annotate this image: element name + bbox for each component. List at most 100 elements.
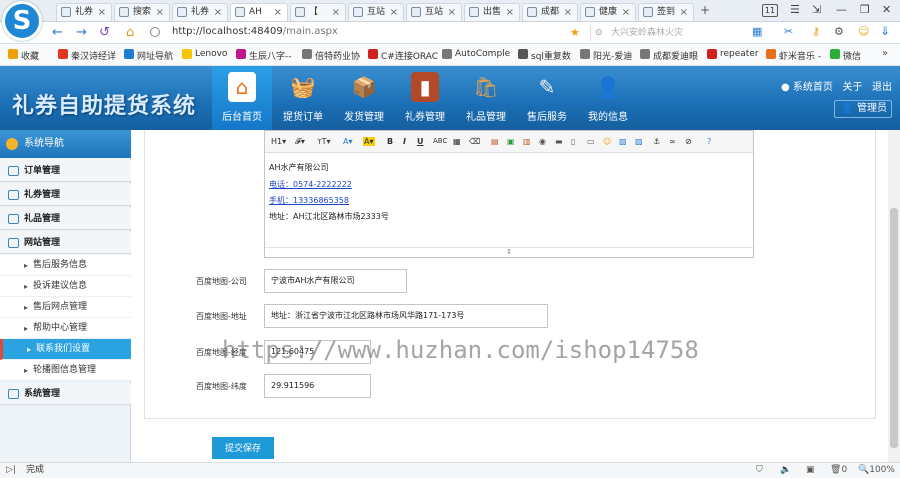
admin-button[interactable]: 👤 管理员	[834, 100, 892, 118]
undo-icon[interactable]: ↺	[99, 25, 110, 40]
resize-handle-icon[interactable]: ⇕	[265, 247, 753, 257]
key-icon[interactable]: ⚷	[812, 25, 820, 38]
bookmark-favorites[interactable]: 收藏	[8, 49, 39, 62]
minimize-icon[interactable]: —	[836, 3, 847, 16]
shield-icon[interactable]: ⛉	[756, 463, 763, 478]
browser-tab[interactable]: 礼券 ×	[56, 3, 112, 21]
close-icon[interactable]: ×	[390, 4, 398, 21]
browser-tab[interactable]: 健康 ×	[580, 3, 636, 21]
sidebar-item-aftersales[interactable]: 售后服务信息	[0, 255, 131, 276]
map-icon[interactable]: ▨	[635, 137, 643, 146]
close-icon[interactable]: ×	[332, 4, 340, 21]
bookmark[interactable]: 阳光-爱迪	[580, 49, 632, 62]
vertical-scrollbar[interactable]	[888, 130, 900, 462]
forward-icon[interactable]: →	[76, 25, 87, 40]
browser-tab[interactable]: 【×	[290, 3, 346, 21]
sidebar-item-complaints[interactable]: 投诉建议信息	[0, 276, 131, 297]
font-family-icon[interactable]: 𝓕▾	[295, 137, 305, 147]
picture-icon[interactable]: ▧	[619, 137, 627, 146]
nav-orders[interactable]: 🧺 提货订单	[273, 66, 333, 130]
close-window-icon[interactable]: ✕	[882, 3, 891, 16]
font-color-icon[interactable]: A▾	[343, 137, 353, 146]
close-icon[interactable]: ×	[448, 4, 456, 21]
editor-link-mobile[interactable]: 手机：13336865358	[269, 195, 349, 206]
nav-service[interactable]: ✎ 售后服务	[517, 66, 577, 130]
underline-icon[interactable]: U	[417, 137, 424, 146]
italic-icon[interactable]: I	[403, 137, 406, 146]
trash-icon[interactable]: 🗑0	[830, 463, 847, 478]
bookmark[interactable]: 微信	[830, 49, 861, 62]
bookmark[interactable]: AutoComple	[442, 49, 510, 59]
bookmark[interactable]: 生辰八字--	[236, 49, 292, 62]
maximize-icon[interactable]: ❐	[860, 3, 870, 16]
nav-coupons[interactable]: ▮ 礼券管理	[395, 66, 455, 130]
home-page-icon[interactable]: ⌂	[126, 25, 134, 40]
close-icon[interactable]: ×	[680, 4, 688, 21]
browser-tab[interactable]: 搜索 ×	[114, 3, 170, 21]
tools-icon[interactable]: ⚙	[834, 25, 844, 38]
table-icon[interactable]: ▦	[453, 137, 461, 146]
browser-tab-active[interactable]: AH ×	[230, 3, 288, 21]
latitude-field[interactable]: 29.911596	[264, 374, 371, 398]
zoom-control[interactable]: 🔍100%	[858, 463, 895, 478]
address-field[interactable]: 地址：浙江省宁波市江北区路林市场风华路171-173号	[264, 304, 548, 328]
sidebar-group-orders[interactable]: 订单管理	[0, 160, 131, 182]
flash-icon[interactable]: ◉	[539, 137, 546, 146]
smile-icon[interactable]: ☺	[858, 25, 869, 38]
highlight-icon[interactable]: A▾	[363, 137, 375, 146]
browser-tab[interactable]: 互站 ×	[406, 3, 462, 21]
bookmark[interactable]: repeater	[707, 49, 759, 59]
close-icon[interactable]: ×	[622, 4, 630, 21]
clear-format-icon[interactable]: ⌫	[469, 137, 480, 146]
link-icon[interactable]: ∞	[669, 137, 676, 146]
sidebar-header[interactable]: 系统导航	[0, 130, 131, 158]
scissors-icon[interactable]: ✂	[784, 25, 793, 38]
close-icon[interactable]: ×	[506, 4, 514, 21]
browser-tab[interactable]: 出售 ×	[464, 3, 520, 21]
sidebar-toggle-icon[interactable]: ▷|	[6, 463, 16, 478]
emoticon-icon[interactable]: ▥	[523, 137, 531, 146]
chevron-double-right-icon[interactable]: »	[882, 48, 888, 59]
close-icon[interactable]: ×	[98, 4, 106, 21]
font-size-icon[interactable]: ᴛT▾	[317, 137, 331, 146]
rich-text-editor[interactable]: H1▾ 𝓕▾ ᴛT▾ A▾ A▾ B I U ABC ▦ ⌫ ▤ ▣ ▥ ◉ ▬…	[264, 130, 754, 258]
close-icon[interactable]: ×	[214, 4, 222, 21]
attachment-icon[interactable]: ▯	[571, 137, 575, 146]
new-tab-icon[interactable]: +	[700, 3, 710, 17]
bookmark[interactable]: 成都爱迪眼	[640, 49, 698, 62]
heading-icon[interactable]: H1▾	[271, 137, 286, 146]
sidebar-group-website[interactable]: 网站管理	[0, 232, 131, 254]
browser-tab[interactable]: 签到 ×	[638, 3, 694, 21]
sidebar-item-carousel[interactable]: 轮播图信息管理	[0, 360, 131, 381]
bookmark[interactable]: Lenovo	[182, 49, 227, 59]
sidebar-item-help[interactable]: 帮助中心管理	[0, 318, 131, 339]
close-icon[interactable]: ×	[564, 4, 572, 21]
sidebar-group-system[interactable]: 系统管理	[0, 383, 131, 405]
media-icon[interactable]: ▬	[555, 137, 563, 146]
menu-icon[interactable]: ☰	[790, 3, 800, 16]
screenshot-icon[interactable]: ▣	[806, 463, 815, 478]
exit-link[interactable]: 退出	[872, 82, 892, 93]
image-icon[interactable]: ▣	[507, 137, 515, 146]
browser-tab[interactable]: 互站 ×	[348, 3, 404, 21]
bookmark[interactable]: 秦汉诗经详	[58, 49, 116, 62]
grid-icon[interactable]: ▦	[752, 25, 762, 38]
sidebar-item-contact[interactable]: 联系我们设置	[0, 339, 131, 360]
scrollbar-thumb[interactable]	[890, 208, 898, 448]
nav-gifts[interactable]: 🛍 礼品管理	[456, 66, 516, 130]
anchor-icon[interactable]: ⚓	[653, 137, 660, 146]
back-icon[interactable]: ←	[52, 25, 63, 40]
bold-icon[interactable]: B	[387, 137, 393, 146]
pin-icon[interactable]: ⇲	[812, 3, 821, 16]
sidebar-item-outlets[interactable]: 售后网点管理	[0, 297, 131, 318]
company-field[interactable]: 宁波市AH水产有限公司	[264, 269, 407, 293]
bookmark[interactable]: 虾米音乐 -	[766, 49, 821, 62]
search-input[interactable]: ⊙ 大兴安岭森林火灾	[590, 25, 740, 41]
nav-home[interactable]: ⌂ 后台首页	[212, 66, 272, 130]
sidebar-group-gifts[interactable]: 礼品管理	[0, 208, 131, 230]
smile-icon[interactable]: ☺	[603, 137, 611, 146]
editor-link-phone[interactable]: 电话：0574-2222222	[269, 179, 352, 190]
browser-tab[interactable]: 成都 ×	[522, 3, 578, 21]
close-icon[interactable]: ×	[156, 4, 164, 21]
help-icon[interactable]: ?	[707, 137, 711, 146]
